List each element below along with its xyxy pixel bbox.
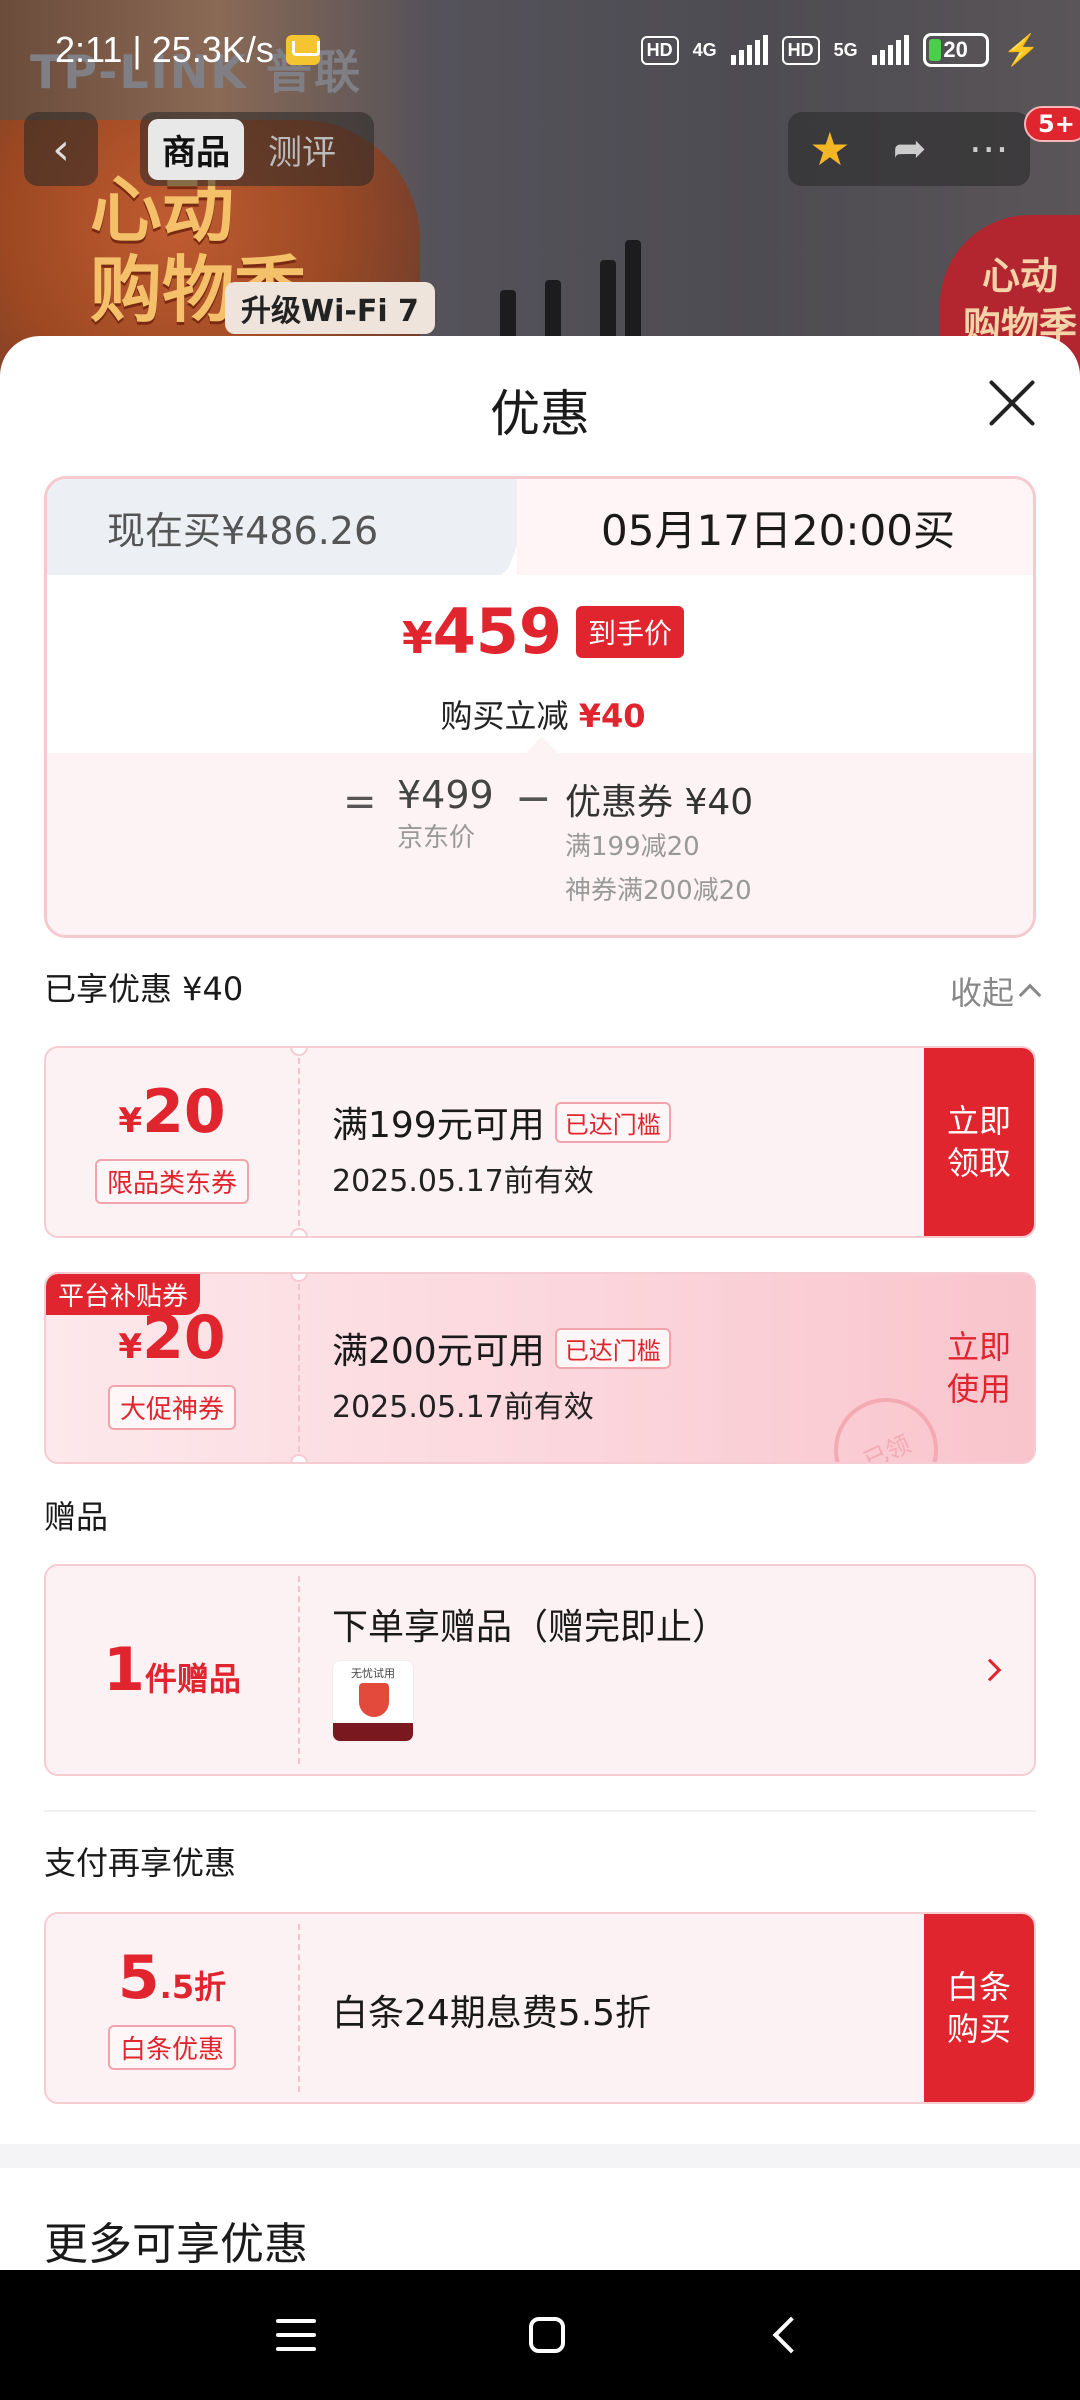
coupon-breakdown: 优惠券 ¥40 满199减20 神券满200减20	[565, 782, 754, 906]
hd-badge: HD	[781, 35, 820, 65]
hd-badge: HD	[640, 35, 679, 65]
price-breakdown: = ¥499 京东价 − 优惠券 ¥40 满199减20 神券满200减20	[47, 753, 1033, 935]
discount-amount: 5.5折	[117, 1943, 227, 2013]
baitiao-buy-button[interactable]: 白条购买	[924, 1914, 1034, 2102]
status-bar: 2:11 | 25.3K/s HD 4G HD 5G 20 ⚡	[0, 0, 1080, 100]
collapse-button[interactable]: 收起	[950, 968, 1042, 1014]
discount-sheet: 优惠 现在买¥486.26 05月17日20:00买 ¥459 到手价 购买立减…	[0, 336, 1080, 2272]
pay-discount-card: 5.5折 白条优惠 白条24期息费5.5折 白条购买	[44, 1912, 1036, 2104]
section-separator	[0, 2144, 1080, 2168]
cart-badge: 5+	[1024, 106, 1080, 142]
final-price: ¥459	[401, 595, 563, 668]
price-body: ¥459 到手价 购买立减 ¥40 = ¥499 京东价 − 优惠券 ¥40 满…	[47, 575, 1033, 935]
network-type: 4G	[692, 39, 717, 60]
signal-icon	[730, 35, 768, 65]
charging-icon: ⚡	[1002, 33, 1040, 67]
coupon-card: 平台补贴券 ¥20 大促神券 满200元可用 已达门槛 2025.05.17前有效…	[44, 1272, 1036, 1464]
reduce-line: 购买立减 ¥40	[440, 697, 646, 735]
gift-title: 下单享赠品（赠完即止）	[332, 1607, 729, 1648]
more-discounts-title: 更多可享优惠	[44, 2219, 308, 2270]
back-button[interactable]: ‹	[24, 112, 98, 186]
gift-card[interactable]: 1件赠品 下单享赠品（赠完即止） 无忧试用	[44, 1564, 1036, 1776]
tab-product[interactable]: 商品	[148, 118, 244, 180]
chevron-up-icon	[1018, 983, 1042, 1007]
coupon-condition: 满200元可用	[332, 1331, 545, 1372]
gift-thumbnail: 无忧试用	[332, 1660, 414, 1742]
discount-type: 白条优惠	[107, 2025, 236, 2070]
enjoyed-discount-label: 已享优惠 ¥40	[44, 970, 244, 1008]
nav-actions: ★ ➦ ⋯	[788, 112, 1030, 186]
coupon-amount: ¥20	[118, 1077, 226, 1147]
system-nav-bar	[0, 2270, 1080, 2400]
tab-buy-scheduled[interactable]: 05月17日20:00买	[517, 479, 1033, 575]
back-arrow-icon: ‹	[52, 123, 70, 175]
shield-icon	[359, 1683, 389, 1717]
coupon-condition: 满199元可用	[332, 1105, 545, 1146]
more-icon[interactable]: ⋯	[969, 126, 1009, 172]
tab-review[interactable]: 测评	[254, 119, 350, 180]
mail-icon	[285, 35, 320, 65]
gift-section-label: 赠品	[44, 1498, 109, 1536]
use-coupon-button[interactable]: 立即使用	[924, 1274, 1034, 1462]
equals-sign: =	[343, 779, 377, 825]
coupon-validity: 2025.05.17前有效	[332, 1390, 594, 1425]
threshold-badge: 已达门槛	[554, 1101, 671, 1143]
sheet-title: 优惠	[490, 385, 590, 443]
pay-section-label: 支付再享优惠	[44, 1844, 237, 1882]
price-card: 现在买¥486.26 05月17日20:00买 ¥459 到手价 购买立减 ¥4…	[44, 476, 1036, 938]
share-icon[interactable]: ➦	[893, 126, 927, 172]
network-type: 5G	[833, 39, 858, 60]
menu-icon[interactable]	[276, 2319, 317, 2351]
coupon-validity: 2025.05.17前有效	[332, 1164, 594, 1199]
coupon-type: 大促神券	[107, 1385, 236, 1430]
minus-sign: −	[515, 773, 552, 824]
battery-icon: 20	[922, 33, 989, 67]
star-icon[interactable]: ★	[809, 122, 850, 176]
tab-buy-now[interactable]: 现在买¥486.26	[47, 479, 477, 575]
divider	[44, 1810, 1036, 1812]
promo-tag: 升级Wi-Fi 7	[225, 282, 435, 334]
chevron-right-icon	[978, 1658, 1002, 1682]
coupon-amount: ¥20	[118, 1303, 226, 1373]
final-price-tag: 到手价	[576, 605, 685, 658]
pay-discount-desc: 白条24期息费5.5折	[332, 1993, 652, 2034]
status-time: 2:11 | 25.3K/s	[55, 29, 274, 70]
coupon-card: ¥20 限品类东券 满199元可用 已达门槛 2025.05.17前有效 立即领取	[44, 1046, 1036, 1238]
close-icon[interactable]	[986, 376, 1038, 428]
coupon-type: 限品类东券	[94, 1159, 249, 1204]
back-icon[interactable]	[772, 2316, 810, 2354]
signal-icon	[871, 35, 909, 65]
nav-tabs: 商品 测评	[140, 112, 374, 186]
threshold-badge: 已达门槛	[554, 1327, 671, 1369]
home-icon[interactable]	[528, 2317, 565, 2353]
gift-count: 1件赠品	[103, 1635, 241, 1705]
claim-coupon-button[interactable]: 立即领取	[924, 1048, 1034, 1236]
jd-price: ¥499 京东价	[397, 773, 494, 853]
